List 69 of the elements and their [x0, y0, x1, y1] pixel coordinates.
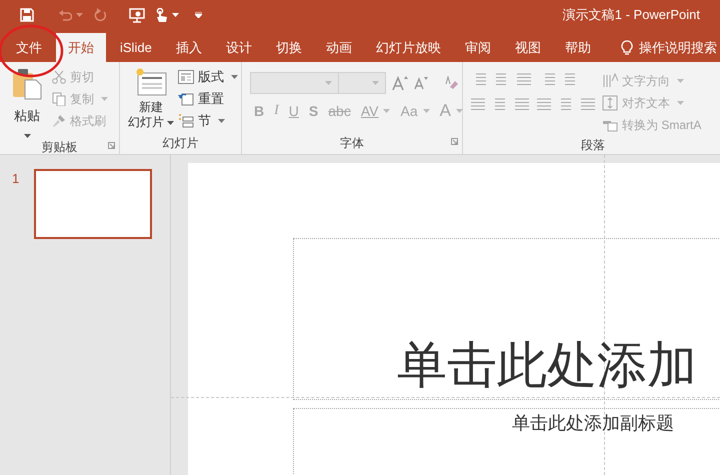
caret-icon [231, 75, 238, 79]
ribbon-tab[interactable]: 设计 [214, 33, 264, 62]
subtitle-text: 单击此处添加副标题 [512, 412, 674, 435]
paintbrush-icon [52, 114, 66, 128]
caret-icon [677, 101, 684, 105]
font-name-field[interactable] [250, 72, 339, 94]
window-title: 演示文稿1 - PowerPoint [562, 6, 701, 24]
dialog-launcher-icon[interactable] [451, 138, 458, 145]
caret-icon [372, 81, 379, 85]
caret-icon [422, 109, 430, 113]
ribbon-tab[interactable]: 动画 [314, 33, 364, 62]
redo-icon[interactable] [93, 8, 107, 22]
center-icon[interactable] [493, 97, 508, 112]
caret-icon [101, 97, 108, 101]
dialog-launcher-icon[interactable] [108, 142, 115, 148]
caret-icon [76, 13, 83, 17]
caret-icon [456, 109, 463, 113]
group-label: 剪贴板 [42, 138, 78, 154]
text-direction-icon [602, 73, 618, 89]
ribbon-tab[interactable]: 插入 [164, 33, 214, 62]
hand-icon[interactable] [155, 8, 167, 22]
new-slide-icon [135, 68, 167, 96]
ribbon-tab[interactable]: 开始 [56, 33, 106, 62]
group-label: 幻灯片 [162, 135, 198, 152]
title-placeholder[interactable] [293, 238, 720, 400]
clipboard-icon [12, 68, 42, 100]
align-text-icon [602, 95, 618, 111]
group-label: 段落 [581, 137, 605, 154]
caret-icon [677, 79, 684, 83]
caret-icon [24, 134, 30, 138]
section-icon [178, 114, 194, 128]
caret-icon [218, 119, 225, 123]
copy-icon [52, 92, 66, 106]
presentation-icon[interactable] [129, 8, 145, 22]
slide-number: 1 [11, 170, 20, 188]
slide-thumbnail[interactable] [34, 169, 152, 239]
tell-me-field[interactable]: 操作说明搜索 [638, 38, 720, 58]
title-text: 单击此处添加 [397, 337, 697, 393]
undo-icon[interactable] [58, 8, 72, 22]
ribbon-tab[interactable]: 帮助 [552, 33, 603, 62]
ribbon-button[interactable]: 重置 [178, 88, 238, 110]
ribbon-tab[interactable]: 切换 [264, 33, 314, 62]
ribbon-tab[interactable]: 审阅 [452, 33, 503, 62]
ribbon-button[interactable]: 节 [178, 110, 238, 132]
ribbon-tab[interactable]: 幻灯片放映 [364, 33, 453, 62]
caret-icon [383, 109, 390, 113]
layout-icon [178, 70, 194, 84]
clear-formatting-icon[interactable] [444, 76, 458, 90]
new-slide-button[interactable]: 新建 幻灯片 [126, 62, 176, 134]
scissors-icon [52, 70, 66, 84]
font-size-field[interactable] [339, 72, 386, 94]
align-right-icon[interactable] [515, 97, 530, 112]
shrink-font-icon[interactable] [414, 76, 428, 90]
subtitle-placeholder[interactable] [293, 408, 720, 475]
ribbon-button[interactable]: 版式 [178, 66, 238, 88]
ribbon-tab[interactable]: 视图 [502, 33, 553, 62]
reset-icon [178, 92, 194, 106]
paste-button[interactable]: 粘贴 [6, 62, 48, 138]
caret-icon [167, 120, 174, 124]
caret-icon [172, 13, 179, 17]
save-icon[interactable] [20, 8, 34, 22]
align-left-icon[interactable] [471, 97, 486, 112]
group-label: 字体 [340, 135, 364, 152]
caret-icon [325, 81, 332, 85]
customize-icon[interactable] [195, 12, 202, 18]
justify-icon[interactable] [537, 97, 552, 112]
grow-font-icon[interactable] [392, 75, 408, 91]
ribbon-tab[interactable]: iSlide [108, 33, 164, 62]
lightbulb-icon [620, 40, 633, 56]
